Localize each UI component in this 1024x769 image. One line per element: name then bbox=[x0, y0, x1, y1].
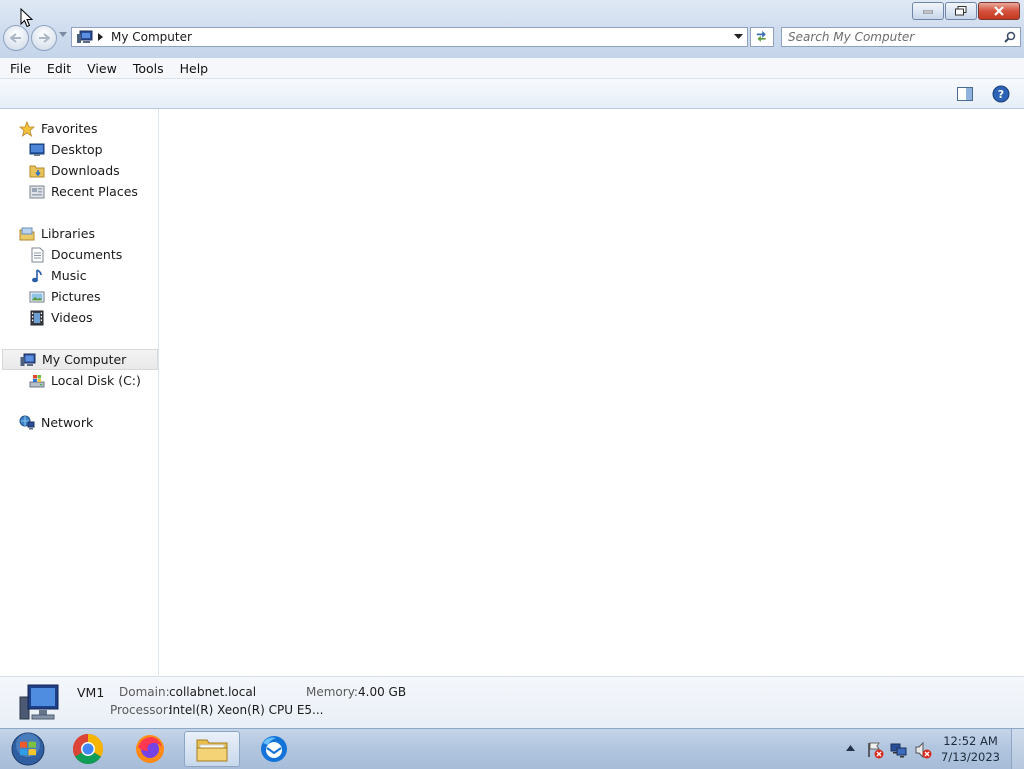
search-box[interactable] bbox=[781, 27, 1021, 47]
svg-text:?: ? bbox=[998, 88, 1004, 101]
nav-my-computer-label: My Computer bbox=[42, 352, 127, 367]
minimize-icon bbox=[923, 10, 933, 14]
memory-label: Memory: bbox=[306, 685, 358, 699]
address-bar[interactable]: My Computer bbox=[71, 27, 748, 47]
computer-icon bbox=[77, 30, 93, 43]
nav-item-pictures-label: Pictures bbox=[51, 289, 101, 304]
refresh-icon bbox=[756, 31, 766, 42]
menu-tools[interactable]: Tools bbox=[127, 61, 170, 76]
menu-view[interactable]: View bbox=[81, 61, 123, 76]
refresh-button[interactable] bbox=[750, 27, 774, 47]
menu-help[interactable]: Help bbox=[174, 61, 215, 76]
close-button[interactable] bbox=[978, 2, 1020, 20]
address-dropdown-icon[interactable] bbox=[734, 34, 743, 40]
forward-arrow-icon bbox=[39, 33, 50, 43]
network-tray-icon[interactable] bbox=[890, 741, 908, 759]
taskbar-windows-explorer[interactable] bbox=[184, 731, 240, 767]
content-pane[interactable] bbox=[159, 109, 1024, 675]
domain-value: collabnet.local bbox=[169, 685, 257, 699]
downloads-icon bbox=[29, 165, 45, 177]
libraries-icon bbox=[19, 227, 35, 240]
mouse-cursor-icon bbox=[20, 8, 34, 28]
taskbar-thunderbird[interactable] bbox=[246, 731, 302, 767]
breadcrumb-my-computer[interactable]: My Computer bbox=[111, 30, 192, 44]
nav-item-recent-places-label: Recent Places bbox=[51, 184, 138, 199]
restore-button[interactable] bbox=[945, 2, 977, 20]
folder-icon bbox=[196, 739, 228, 762]
window-controls bbox=[911, 2, 1020, 20]
nav-favorites[interactable]: Favorites bbox=[19, 118, 175, 139]
clock-time: 12:52 AM bbox=[943, 734, 998, 748]
nav-item-music-label: Music bbox=[51, 268, 87, 283]
nav-item-desktop-label: Desktop bbox=[51, 142, 103, 157]
start-button[interactable] bbox=[0, 731, 56, 767]
search-input[interactable] bbox=[788, 30, 993, 44]
forward-button[interactable] bbox=[31, 25, 57, 51]
nav-my-computer[interactable]: My Computer bbox=[2, 349, 158, 370]
back-button[interactable] bbox=[3, 25, 29, 51]
restore-icon bbox=[955, 6, 967, 16]
menu-edit[interactable]: Edit bbox=[41, 61, 77, 76]
recent-pages-dropdown-icon[interactable] bbox=[59, 32, 67, 38]
menu-bar: File Edit View Tools Help bbox=[0, 58, 1024, 79]
windows-start-orb-icon bbox=[11, 732, 45, 766]
recent-places-icon bbox=[29, 185, 45, 198]
back-arrow-icon bbox=[10, 33, 21, 43]
computer-icon bbox=[20, 353, 36, 366]
action-center-flag-icon[interactable] bbox=[866, 741, 884, 759]
close-icon bbox=[994, 6, 1004, 16]
minimize-button[interactable] bbox=[912, 2, 944, 20]
nav-network[interactable]: Network bbox=[19, 412, 175, 433]
volume-muted-icon[interactable] bbox=[914, 741, 932, 759]
network-icon bbox=[19, 415, 35, 429]
nav-item-downloads-label: Downloads bbox=[51, 163, 120, 178]
help-icon[interactable]: ? bbox=[992, 85, 1010, 103]
show-hidden-icons-icon[interactable] bbox=[846, 745, 855, 751]
command-bar: ? bbox=[0, 79, 1024, 109]
chrome-icon bbox=[72, 734, 104, 765]
star-icon bbox=[19, 120, 35, 137]
thunderbird-icon bbox=[261, 736, 287, 762]
videos-icon bbox=[30, 310, 44, 325]
pictures-icon bbox=[29, 291, 45, 302]
taskbar: 12:52 AM 7/13/2023 bbox=[0, 728, 1024, 769]
preview-pane-icon[interactable] bbox=[956, 85, 974, 103]
domain-label: Domain: bbox=[119, 685, 170, 699]
title-bar: My Computer bbox=[0, 0, 1024, 58]
navigation-pane: Favorites Desktop Downloads Recent Place… bbox=[0, 109, 159, 675]
clock-date: 7/13/2023 bbox=[941, 750, 1000, 764]
desktop-icon bbox=[29, 143, 45, 156]
nav-item-local-disk-c-label: Local Disk (C:) bbox=[51, 373, 141, 388]
processor-value: Intel(R) Xeon(R) CPU E5... bbox=[169, 703, 324, 717]
local-disk-icon bbox=[29, 374, 45, 387]
nav-libraries-label: Libraries bbox=[41, 226, 95, 241]
nav-favorites-label: Favorites bbox=[41, 121, 98, 136]
computer-name: VM1 bbox=[77, 685, 105, 700]
details-pane: VM1 Domain: collabnet.local Memory: 4.00… bbox=[0, 676, 1024, 729]
show-desktop-button[interactable] bbox=[1011, 729, 1024, 769]
nav-item-videos-label: Videos bbox=[51, 310, 93, 325]
nav-network-label: Network bbox=[41, 415, 94, 430]
nav-item-documents-label: Documents bbox=[51, 247, 123, 262]
documents-icon bbox=[31, 247, 44, 262]
nav-libraries[interactable]: Libraries bbox=[19, 223, 175, 244]
search-icon[interactable] bbox=[1004, 31, 1016, 43]
system-clock[interactable]: 12:52 AM 7/13/2023 bbox=[941, 733, 1000, 765]
memory-value: 4.00 GB bbox=[358, 685, 407, 699]
processor-label: Processor: bbox=[110, 703, 172, 717]
taskbar-chrome[interactable] bbox=[60, 731, 116, 767]
breadcrumb-arrow-icon[interactable] bbox=[98, 33, 104, 41]
computer-large-icon bbox=[19, 684, 59, 720]
taskbar-firefox[interactable] bbox=[122, 731, 178, 767]
music-icon bbox=[32, 268, 42, 282]
firefox-icon bbox=[136, 735, 164, 763]
menu-file[interactable]: File bbox=[4, 61, 37, 76]
